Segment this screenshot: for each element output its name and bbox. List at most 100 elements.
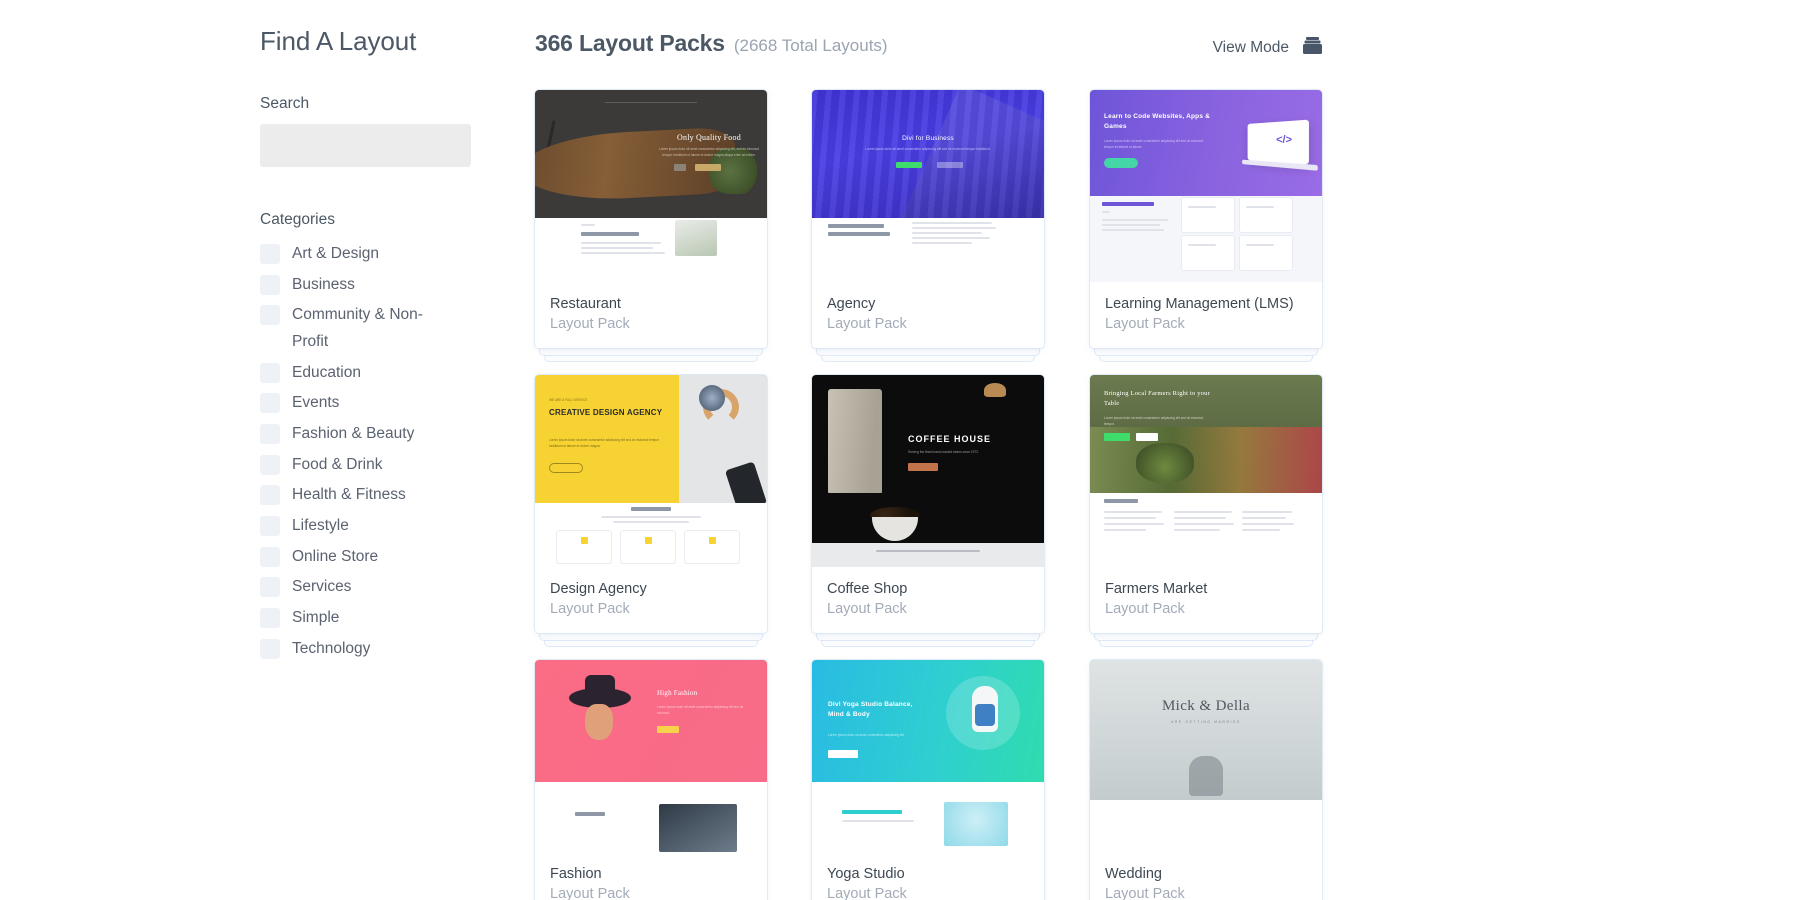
checkbox-icon[interactable] [260,274,280,295]
layout-pack-card[interactable]: COFFEE HOUSE Serving the finest hand roa… [812,375,1044,647]
layout-pack-subtitle: Layout Pack [827,316,907,333]
category-label: Events [292,394,340,412]
layout-pack-meta: Farmers Market Layout Pack [1090,567,1322,634]
thumbnail-body-heading [575,812,605,816]
thumbnail-body-heading [828,224,884,228]
checkbox-icon[interactable] [260,638,280,659]
checkbox-icon[interactable] [260,305,280,326]
thumbnail-body [1090,800,1322,852]
card-stack-sheet [817,348,1039,356]
card-stack-sheet [822,639,1034,647]
category-label: Fashion & Beauty [292,424,415,442]
category-item-education[interactable]: Education [260,360,510,387]
thumbnail-hero-body: Lorem ipsum dolor sit amet consectetur a… [1104,139,1204,150]
thumbnail-body-heading [842,810,902,814]
layout-pack-card-yoga-studio[interactable]: Divi Yoga Studio Balance, Mind & Body Lo… [812,660,1044,900]
search-input[interactable] [260,124,471,167]
category-item-simple[interactable]: Simple [260,605,510,632]
checkbox-icon[interactable] [260,515,280,536]
category-item-lifestyle[interactable]: Lifestyle [260,513,510,540]
layout-pack-subtitle: Layout Pack [1105,886,1185,900]
checkbox-icon[interactable] [260,577,280,598]
view-mode-label: View Mode [1212,39,1289,56]
layout-pack-meta: Fashion Layout Pack [535,852,767,900]
category-item-technology[interactable]: Technology [260,636,510,663]
checkbox-icon[interactable] [260,244,280,264]
layout-pack-thumbnail: Only Quality Food Lorem ipsum dolor sit … [535,90,767,282]
category-item-community-non-profit[interactable]: Community & Non-Profit [260,302,510,355]
layout-pack-title: Yoga Studio [827,866,905,882]
category-label: Education [292,363,361,381]
layout-pack-subtitle: Layout Pack [1105,316,1185,333]
category-item-business[interactable]: Business [260,272,510,299]
thumbnail-hero: Mick & Della ARE GETTING MARRIED [1090,660,1322,800]
layout-pack-card[interactable]: Divi Yoga Studio Balance, Mind & Body Lo… [812,660,1044,900]
layout-pack-thumbnail: Bringing Local Farmers Right to your Tab… [1090,375,1322,567]
layout-pack-card[interactable]: High Fashion Lorem ipsum dolor sit amet … [535,660,767,900]
layout-pack-card-fashion[interactable]: High Fashion Lorem ipsum dolor sit amet … [535,660,767,900]
layout-browser-page: Find A Layout Search Categories Art & De… [0,0,1800,900]
card-stack-sheet [1095,633,1317,641]
layout-pack-title: Design Agency [550,581,647,597]
layout-pack-card-restaurant[interactable]: Only Quality Food Lorem ipsum dolor sit … [535,90,767,349]
sidebar-filters: Find A Layout Search Categories Art & De… [260,26,510,666]
category-item-events[interactable]: Events [260,390,510,417]
layout-pack-title: Learning Management (LMS) [1105,296,1294,312]
layout-pack-card-coffee-shop[interactable]: COFFEE HOUSE Serving the finest hand roa… [812,375,1044,634]
category-label: Lifestyle [292,516,349,534]
checkbox-icon[interactable] [260,485,280,506]
layout-pack-card-wedding[interactable]: Mick & Della ARE GETTING MARRIED Wedding… [1090,660,1322,900]
layout-pack-thumbnail: COFFEE HOUSE Serving the finest hand roa… [812,375,1044,567]
card-stack-sheet [1100,639,1312,647]
checkbox-icon[interactable] [260,454,280,475]
layout-pack-card-lms[interactable]: </> Learn to Code Websites, Apps & Games… [1090,90,1322,349]
checkbox-icon[interactable] [260,546,280,567]
layout-pack-meta: Wedding Layout Pack [1090,852,1322,900]
checkbox-icon[interactable] [260,423,280,444]
layout-pack-subtitle: Layout Pack [827,601,907,618]
layout-pack-card[interactable]: Mick & Della ARE GETTING MARRIED Wedding… [1090,660,1322,900]
thumbnail-hero-heading: Divi Yoga Studio Balance, Mind & Body [828,701,913,719]
layout-pack-title: Restaurant [550,296,621,312]
pack-count: 366 Layout Packs [535,30,725,56]
category-item-art-design[interactable]: Art & Design [260,241,510,268]
thumbnail-hero-heading: Bringing Local Farmers Right to your Tab… [1104,390,1210,408]
category-item-food-drink[interactable]: Food & Drink [260,452,510,479]
stacked-cards-icon[interactable] [1303,37,1322,59]
category-item-online-store[interactable]: Online Store [260,544,510,571]
thumbnail-hero: WE ARE A FULL SERVICE CREATIVE DESIGN AG… [535,375,767,503]
layout-pack-meta: Coffee Shop Layout Pack [812,567,1044,634]
category-item-health-fitness[interactable]: Health & Fitness [260,482,510,509]
category-item-services[interactable]: Services [260,574,510,601]
layout-pack-subtitle: Layout Pack [550,316,630,333]
layout-pack-card[interactable]: Bringing Local Farmers Right to your Tab… [1090,375,1322,647]
thumbnail-hero-heading: Only Quality Food [677,133,741,142]
category-item-fashion-beauty[interactable]: Fashion & Beauty [260,421,510,448]
checkbox-icon[interactable] [260,607,280,628]
card-stack-sheet [545,639,757,647]
thumbnail-hero-heading: Learn to Code Websites, Apps & Games [1104,113,1211,131]
layout-pack-card[interactable]: WE ARE A FULL SERVICE CREATIVE DESIGN AG… [535,375,767,647]
thumbnail-hero-body: Lorem ipsum dolor sit amet consectetur a… [865,147,991,151]
thumbnail-hero-heading: CREATIVE DESIGN AGENCY [549,408,663,417]
layout-pack-meta: Restaurant Layout Pack [535,282,767,349]
layout-pack-card[interactable]: Divi for Business Lorem ipsum dolor sit … [812,90,1044,362]
layout-pack-card-agency[interactable]: Divi for Business Lorem ipsum dolor sit … [812,90,1044,349]
thumbnail-hero: Bringing Local Farmers Right to your Tab… [1090,375,1322,493]
category-label: Health & Fitness [292,486,406,504]
thumbnail-body [1090,493,1322,567]
view-mode-toggle[interactable]: View Mode [1213,37,1322,59]
checkbox-icon[interactable] [260,393,280,414]
layout-pack-card-farmers-market[interactable]: Bringing Local Farmers Right to your Tab… [1090,375,1322,634]
thumbnail-hero-heading: COFFEE HOUSE [908,434,992,444]
layout-pack-card[interactable]: </> Learn to Code Websites, Apps & Games… [1090,90,1322,362]
card-stack-sheet [540,348,762,356]
layout-pack-card-design-agency[interactable]: WE ARE A FULL SERVICE CREATIVE DESIGN AG… [535,375,767,634]
layout-pack-card[interactable]: Only Quality Food Lorem ipsum dolor sit … [535,90,767,362]
thumbnail-hero: </> Learn to Code Websites, Apps & Games… [1090,90,1322,196]
thumbnail-body [812,782,1044,852]
checkbox-icon[interactable] [260,362,280,383]
category-label: Food & Drink [292,455,383,473]
layout-pack-title: Fashion [550,866,602,882]
layout-pack-title: Farmers Market [1105,581,1208,597]
